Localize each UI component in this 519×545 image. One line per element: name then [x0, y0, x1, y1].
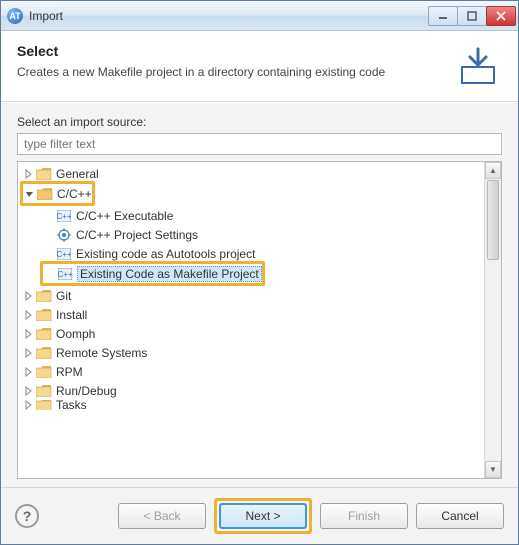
- back-button[interactable]: < Back: [118, 503, 206, 529]
- c-proj-icon: C++: [57, 267, 73, 281]
- tree-item-label: Remote Systems: [56, 346, 147, 360]
- folder-icon: [36, 400, 52, 410]
- settings-icon: [56, 228, 72, 242]
- folder-icon: [37, 187, 53, 201]
- page-title: Select: [17, 43, 444, 59]
- app-icon: AT: [7, 8, 23, 24]
- c-proj-icon: C++: [56, 247, 72, 261]
- scrollbar[interactable]: ▲ ▼: [484, 162, 501, 478]
- wizard-body: Select an import source: General C/C++ C++…: [1, 102, 518, 487]
- folder-icon: [36, 327, 52, 341]
- tree-item-label: Git: [56, 289, 71, 303]
- minimize-button[interactable]: [428, 6, 458, 26]
- scroll-thumb[interactable]: [487, 180, 499, 260]
- expander-icon[interactable]: [22, 289, 36, 303]
- tree-item-label: Existing Code as Makefile Project: [77, 266, 262, 282]
- tree-container: General C/C++ C++ C/C++ Executable C/C++ Pro…: [17, 161, 502, 479]
- expander-icon[interactable]: [22, 167, 36, 181]
- spacer: [43, 267, 57, 281]
- finish-button[interactable]: Finish: [320, 503, 408, 529]
- maximize-button[interactable]: [457, 6, 487, 26]
- tree-item-label: Run/Debug: [56, 384, 117, 398]
- expander-icon[interactable]: [22, 327, 36, 341]
- tree-leaf[interactable]: C/C++ Project Settings: [18, 225, 484, 244]
- window-controls: [429, 6, 516, 26]
- folder-icon: [36, 167, 52, 181]
- help-button[interactable]: ?: [15, 504, 39, 528]
- titlebar: AT Import: [1, 1, 518, 31]
- button-bar: ? < Back Next > Finish Cancel: [1, 487, 518, 544]
- spacer: [42, 209, 56, 223]
- tree-folder[interactable]: Oomph: [18, 324, 484, 343]
- import-dialog: AT Import Select Creates a new Makefile …: [0, 0, 519, 545]
- folder-icon: [36, 308, 52, 322]
- page-description: Creates a new Makefile project in a dire…: [17, 65, 444, 79]
- tree-leaf[interactable]: C++ C/C++ Executable: [18, 206, 484, 225]
- expander-icon[interactable]: [22, 308, 36, 322]
- window-title: Import: [29, 9, 429, 23]
- tree-item-label: Oomph: [56, 327, 95, 341]
- cancel-button[interactable]: Cancel: [416, 503, 504, 529]
- next-highlight: Next >: [214, 498, 312, 534]
- tree-folder[interactable]: Tasks: [18, 400, 484, 410]
- expander-icon[interactable]: [22, 346, 36, 360]
- expander-icon[interactable]: [22, 365, 36, 379]
- spacer: [42, 247, 56, 261]
- c-exec-icon: C++: [56, 209, 72, 223]
- scroll-down-icon[interactable]: ▼: [485, 461, 501, 478]
- tree-folder[interactable]: Git: [18, 286, 484, 305]
- svg-text:C++: C++: [58, 270, 72, 279]
- tree-folder[interactable]: Run/Debug: [18, 381, 484, 400]
- close-button[interactable]: [486, 6, 516, 26]
- folder-icon: [36, 289, 52, 303]
- tree-item-label: RPM: [56, 365, 83, 379]
- spacer: [42, 228, 56, 242]
- next-button[interactable]: Next >: [219, 503, 307, 529]
- svg-text:C++: C++: [57, 212, 71, 221]
- tree-item-label: Existing code as Autotools project: [76, 247, 255, 261]
- import-icon: [454, 43, 502, 91]
- expander-icon[interactable]: [23, 187, 37, 201]
- expander-icon[interactable]: [22, 400, 36, 410]
- tree-folder[interactable]: RPM: [18, 362, 484, 381]
- tree-item-label: C/C++ Executable: [76, 209, 173, 223]
- tree-folder[interactable]: Install: [18, 305, 484, 324]
- folder-icon: [36, 384, 52, 398]
- expander-icon[interactable]: [22, 384, 36, 398]
- scroll-up-icon[interactable]: ▲: [485, 162, 501, 179]
- annotation-highlight: C/C++: [20, 181, 95, 206]
- tree-folder[interactable]: Remote Systems: [18, 343, 484, 362]
- svg-text:C++: C++: [57, 250, 71, 259]
- tree-item-label: Tasks: [56, 400, 87, 410]
- source-label: Select an import source:: [17, 115, 502, 129]
- filter-input[interactable]: [17, 133, 502, 155]
- import-tree[interactable]: General C/C++ C++ C/C++ Executable C/C++ Pro…: [18, 162, 484, 478]
- annotation-highlight: C++ Existing Code as Makefile Project: [40, 261, 265, 286]
- folder-icon: [36, 346, 52, 360]
- tree-item-label: C/C++ Project Settings: [76, 228, 198, 242]
- wizard-header: Select Creates a new Makefile project in…: [1, 31, 518, 102]
- tree-item-label: C/C++: [57, 187, 92, 201]
- tree-item-label: General: [56, 167, 99, 181]
- tree-item-label: Install: [56, 308, 87, 322]
- folder-icon: [36, 365, 52, 379]
